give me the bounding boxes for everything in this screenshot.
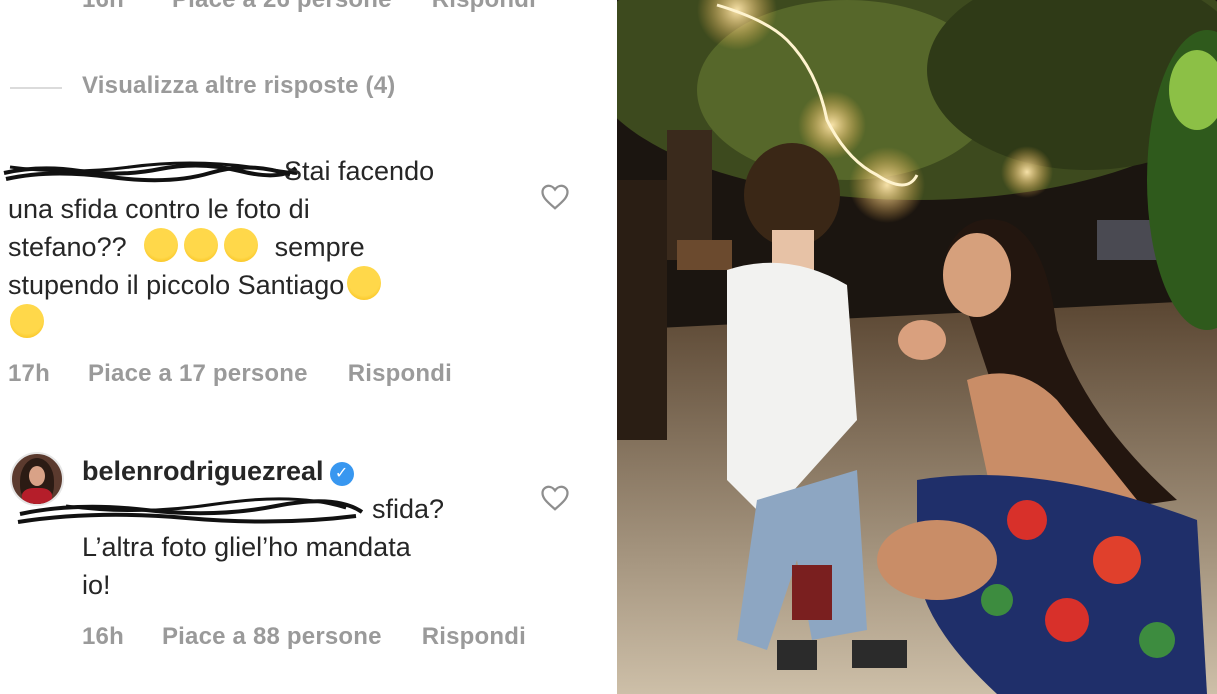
heart-icon[interactable]: [540, 183, 570, 211]
reply-button[interactable]: Rispondi: [432, 0, 536, 14]
comment-2-line: L’altra foto gliel’ho mandata: [82, 532, 411, 562]
laughing-emoji-icon: [144, 228, 179, 262]
photo-illustration: [617, 0, 1217, 694]
comment-time: 16h: [82, 623, 124, 650]
laughing-emoji-icon: [184, 228, 219, 262]
comments-panel: 16h Piace a 26 persone Rispondi Visualiz…: [0, 0, 617, 694]
comment-1-line: una sfida contro le foto di: [8, 194, 310, 224]
view-more-replies-divider: [10, 87, 62, 89]
comment-meta-top: 16h Piace a 26 persone Rispondi: [82, 0, 536, 14]
comment-time: 16h: [82, 0, 124, 14]
comment-2-line: io!: [82, 570, 111, 600]
like-count-button[interactable]: Piace a 26 persone: [172, 0, 392, 14]
comment-1-line: sempre: [274, 232, 365, 262]
comment-1-line: stefano??: [8, 232, 127, 262]
reply-button[interactable]: Rispondi: [348, 360, 452, 388]
laughing-emoji-icon: [224, 228, 259, 262]
comment-time: 17h: [8, 360, 50, 387]
comment-2-meta: 16h Piace a 88 persone Rispondi: [82, 623, 526, 651]
heart-icon[interactable]: [540, 484, 570, 512]
like-count-button[interactable]: Piace a 88 persone: [162, 623, 382, 651]
comment-1-line: Stai facendo: [284, 156, 435, 186]
kiss-emoji-icon: [347, 266, 382, 300]
comment-1-text: Stai facendo una sfida contro le foto di…: [8, 152, 488, 342]
comment-2-text: sfida? L’altra foto gliel’ho mandata io!: [82, 490, 542, 604]
reply-button[interactable]: Rispondi: [422, 623, 526, 651]
comment-username[interactable]: belenrodriguezreal: [82, 456, 324, 486]
photo: [617, 0, 1217, 694]
kiss-emoji-icon: [10, 304, 44, 338]
comment-1-line: stupendo il piccolo Santiago: [8, 270, 345, 300]
like-count-button[interactable]: Piace a 17 persone: [88, 360, 308, 388]
view-more-replies-button[interactable]: Visualizza altre risposte (4): [82, 72, 395, 100]
comment-1-meta: 17h Piace a 17 persone Rispondi: [8, 360, 452, 388]
verified-badge-icon: ✓: [329, 462, 354, 486]
comment-2-username-row: belenrodriguezreal ✓: [82, 452, 354, 490]
comment-2-line: sfida?: [372, 494, 445, 524]
